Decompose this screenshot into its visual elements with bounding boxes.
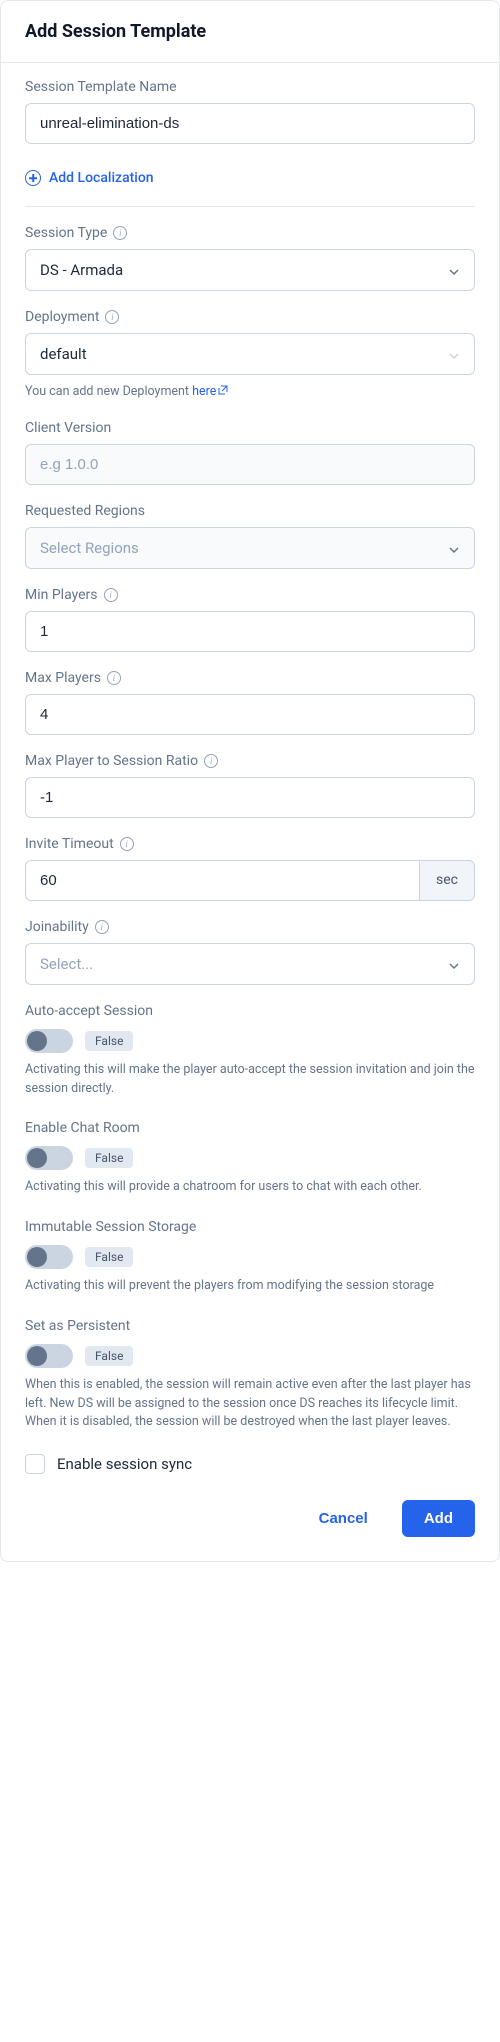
deployment-field: Deployment default You can add new Deplo… <box>25 309 475 402</box>
immutable-storage-field: Immutable Session Storage False Activati… <box>25 1219 475 1296</box>
max-player-ratio-input[interactable] <box>25 777 475 818</box>
session-type-select[interactable]: DS - Armada <box>25 249 475 291</box>
template-name-field: Session Template Name <box>25 79 475 144</box>
max-players-input[interactable] <box>25 694 475 735</box>
invite-timeout-label: Invite Timeout <box>25 836 475 852</box>
add-button[interactable]: Add <box>402 1500 475 1537</box>
min-players-field: Min Players <box>25 587 475 652</box>
joinability-placeholder: Select... <box>40 955 93 973</box>
add-session-template-modal: Add Session Template Session Template Na… <box>0 0 500 1562</box>
chevron-down-icon <box>448 264 460 276</box>
enable-chat-label: Enable Chat Room <box>25 1120 475 1136</box>
max-player-ratio-field: Max Player to Session Ratio <box>25 753 475 818</box>
immutable-storage-desc: Activating this will prevent the players… <box>25 1277 475 1296</box>
add-localization-button[interactable]: Add Localization <box>25 162 475 188</box>
persistent-badge: False <box>85 1346 133 1366</box>
immutable-storage-toggle[interactable] <box>25 1245 73 1269</box>
requested-regions-placeholder: Select Regions <box>40 539 139 557</box>
requested-regions-label: Requested Regions <box>25 503 475 519</box>
chevron-down-icon <box>448 542 460 554</box>
min-players-label: Min Players <box>25 587 475 603</box>
info-icon[interactable] <box>204 754 218 768</box>
invite-timeout-unit: sec <box>419 860 475 901</box>
divider <box>25 206 475 207</box>
auto-accept-desc: Activating this will make the player aut… <box>25 1061 475 1099</box>
template-name-label: Session Template Name <box>25 79 475 95</box>
info-icon[interactable] <box>95 920 109 934</box>
deployment-here-link[interactable]: here <box>192 384 216 399</box>
persistent-field: Set as Persistent False When this is ena… <box>25 1318 475 1432</box>
max-players-label: Max Players <box>25 670 475 686</box>
enable-chat-field: Enable Chat Room False Activating this w… <box>25 1120 475 1197</box>
persistent-toggle[interactable] <box>25 1344 73 1368</box>
info-icon[interactable] <box>107 671 121 685</box>
deployment-select[interactable]: default <box>25 333 475 375</box>
auto-accept-label: Auto-accept Session <box>25 1003 475 1019</box>
session-sync-row: Enable session sync <box>25 1454 475 1474</box>
immutable-storage-badge: False <box>85 1247 133 1267</box>
info-icon[interactable] <box>105 310 119 324</box>
session-sync-label: Enable session sync <box>57 1455 192 1473</box>
invite-timeout-input[interactable] <box>25 860 419 901</box>
plus-circle-icon <box>25 170 41 186</box>
joinability-label: Joinability <box>25 919 475 935</box>
deployment-label: Deployment <box>25 309 475 325</box>
session-type-value: DS - Armada <box>40 261 123 279</box>
client-version-label: Client Version <box>25 420 475 436</box>
max-players-field: Max Players <box>25 670 475 735</box>
session-type-field: Session Type DS - Armada <box>25 225 475 291</box>
immutable-storage-label: Immutable Session Storage <box>25 1219 475 1235</box>
modal-title: Add Session Template <box>25 21 475 42</box>
session-sync-checkbox[interactable] <box>25 1454 45 1474</box>
invite-timeout-group: sec <box>25 860 475 901</box>
enable-chat-badge: False <box>85 1148 133 1168</box>
requested-regions-select[interactable]: Select Regions <box>25 527 475 569</box>
session-type-label: Session Type <box>25 225 475 241</box>
template-name-input[interactable] <box>25 103 475 144</box>
info-icon[interactable] <box>113 226 127 240</box>
client-version-field: Client Version <box>25 420 475 485</box>
chevron-down-icon <box>448 348 460 360</box>
info-icon[interactable] <box>120 837 134 851</box>
modal-body: Session Template Name Add Localization S… <box>1 63 499 1474</box>
invite-timeout-field: Invite Timeout sec <box>25 836 475 901</box>
cancel-button[interactable]: Cancel <box>297 1500 390 1537</box>
persistent-label: Set as Persistent <box>25 1318 475 1334</box>
max-player-ratio-label: Max Player to Session Ratio <box>25 753 475 769</box>
auto-accept-badge: False <box>85 1031 133 1051</box>
joinability-select[interactable]: Select... <box>25 943 475 985</box>
enable-chat-toggle[interactable] <box>25 1146 73 1170</box>
modal-footer: Cancel Add <box>1 1482 499 1561</box>
requested-regions-field: Requested Regions Select Regions <box>25 503 475 569</box>
deployment-hint: You can add new Deployment here <box>25 383 475 402</box>
info-icon[interactable] <box>104 588 118 602</box>
modal-header: Add Session Template <box>1 1 499 63</box>
deployment-value: default <box>40 345 87 363</box>
auto-accept-field: Auto-accept Session False Activating thi… <box>25 1003 475 1099</box>
client-version-input[interactable] <box>25 444 475 485</box>
enable-chat-desc: Activating this will provide a chatroom … <box>25 1178 475 1197</box>
external-link-icon <box>218 383 228 393</box>
chevron-down-icon <box>448 958 460 970</box>
persistent-desc: When this is enabled, the session will r… <box>25 1376 475 1432</box>
auto-accept-toggle[interactable] <box>25 1029 73 1053</box>
joinability-field: Joinability Select... <box>25 919 475 985</box>
add-localization-label: Add Localization <box>49 170 154 186</box>
min-players-input[interactable] <box>25 611 475 652</box>
